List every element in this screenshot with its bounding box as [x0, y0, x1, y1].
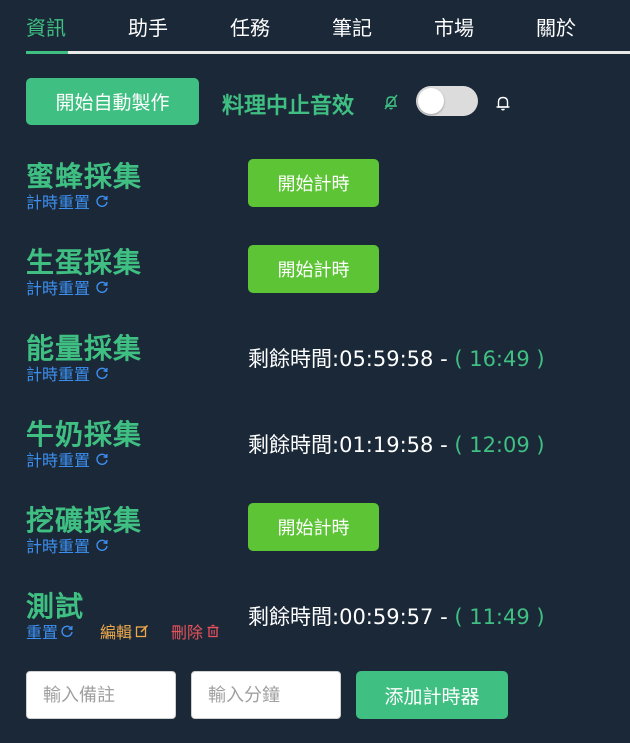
timer-reset-label: 計時重置	[26, 279, 91, 298]
app-root: 資訊 助手 任務 筆記 市場 關於 開始自動製作 料理中止音效 蜜蜂採集 計時重…	[0, 0, 630, 743]
delete-timer-link[interactable]: 刪除	[171, 619, 220, 643]
remaining-value: 05:59:58	[339, 347, 434, 371]
end-time: ( 11:49 )	[454, 605, 545, 629]
note-input[interactable]	[26, 671, 176, 719]
tab-info[interactable]: 資訊	[26, 12, 66, 41]
start-timer-button[interactable]: 開始計時	[248, 159, 379, 207]
minutes-input[interactable]	[191, 671, 341, 719]
remaining-time: 剩餘時間:01:19:58 - ( 12:09 )	[248, 429, 545, 459]
delete-label: 刪除	[171, 623, 204, 642]
timer-reset-label: 計時重置	[26, 193, 91, 212]
refresh-icon	[96, 281, 108, 293]
refresh-icon	[96, 195, 108, 207]
sound-toggle[interactable]	[416, 86, 478, 116]
timer-reset-label: 計時重置	[26, 451, 91, 470]
bell-off-icon	[384, 94, 398, 110]
refresh-icon	[96, 367, 108, 379]
timer-reset-link[interactable]: 計時重置	[26, 447, 109, 471]
remaining-label: 剩餘時間:	[248, 347, 340, 371]
timer-reset-label: 計時重置	[26, 365, 91, 384]
tab-tasks[interactable]: 任務	[230, 12, 270, 41]
timer-row-custom: 測試 重置 編輯 刪除 剩餘時間:00:59:57 - ( 11:49 )	[0, 585, 630, 665]
timer-reset-link[interactable]: 計時重置	[26, 361, 109, 385]
remaining-time: 剩餘時間:05:59:58 - ( 16:49 )	[248, 343, 545, 373]
start-auto-craft-button[interactable]: 開始自動製作	[26, 78, 199, 125]
edit-label: 編輯	[100, 623, 133, 642]
start-timer-button[interactable]: 開始計時	[248, 503, 379, 551]
remaining-value: 01:19:58	[339, 433, 434, 457]
timer-reset-link[interactable]: 計時重置	[26, 189, 109, 213]
remaining-time: 剩餘時間:00:59:57 - ( 11:49 )	[248, 601, 545, 631]
timer-row-bee: 蜜蜂採集 計時重置 開始計時	[0, 155, 630, 235]
end-time: ( 12:09 )	[454, 433, 545, 457]
refresh-icon	[96, 453, 108, 465]
tab-active-indicator	[26, 51, 68, 54]
cooking-stop-sound-label: 料理中止音效	[222, 94, 355, 119]
edit-timer-link[interactable]: 編輯	[100, 619, 149, 643]
tab-divider	[26, 51, 630, 54]
tab-market[interactable]: 市場	[434, 12, 474, 41]
add-timer-button[interactable]: 添加計時器	[356, 671, 508, 719]
refresh-icon	[61, 625, 73, 637]
timer-reset-link[interactable]: 計時重置	[26, 533, 109, 557]
edit-icon	[135, 624, 149, 638]
tab-about[interactable]: 關於	[536, 12, 576, 41]
separator: -	[433, 605, 455, 629]
tab-bar: 資訊 助手 任務 筆記 市場 關於	[0, 0, 630, 56]
tab-notes[interactable]: 筆記	[332, 12, 372, 41]
separator: -	[433, 347, 455, 371]
timer-reset-link[interactable]: 重置	[26, 619, 74, 643]
timer-row-energy: 能量採集 計時重置 剩餘時間:05:59:58 - ( 16:49 )	[0, 327, 630, 407]
timer-row-mining: 挖礦採集 計時重置 開始計時	[0, 499, 630, 579]
timer-row-milk: 牛奶採集 計時重置 剩餘時間:01:19:58 - ( 12:09 )	[0, 413, 630, 493]
remaining-label: 剩餘時間:	[248, 433, 340, 457]
timer-row-egg: 生蛋採集 計時重置 開始計時	[0, 241, 630, 321]
toggle-knob	[418, 88, 444, 114]
end-time: ( 16:49 )	[454, 347, 545, 371]
trash-icon	[207, 624, 219, 638]
remaining-label: 剩餘時間:	[248, 605, 340, 629]
tab-assistant[interactable]: 助手	[128, 12, 168, 41]
refresh-icon	[96, 539, 108, 551]
bell-icon	[496, 96, 510, 111]
separator: -	[433, 433, 455, 457]
start-timer-button[interactable]: 開始計時	[248, 245, 379, 293]
timer-reset-label: 重置	[26, 623, 59, 642]
timer-reset-link[interactable]: 計時重置	[26, 275, 109, 299]
remaining-value: 00:59:57	[339, 605, 434, 629]
timer-reset-label: 計時重置	[26, 537, 91, 556]
